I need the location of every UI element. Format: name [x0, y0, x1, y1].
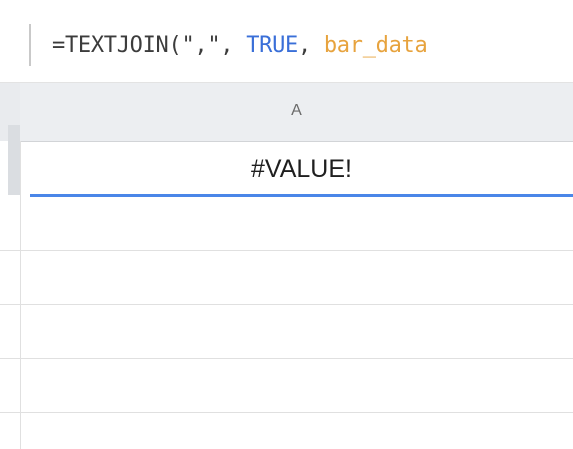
formula-prefix: =TEXTJOIN(",",: [52, 33, 247, 58]
column-header-label: A: [291, 102, 302, 119]
formula-input[interactable]: =TEXTJOIN(",", TRUE, bar_data: [52, 27, 428, 65]
row-divider: [0, 304, 573, 305]
cell-a1[interactable]: #VALUE!: [30, 142, 573, 197]
row-divider: [0, 250, 573, 251]
formula-separator: ,: [297, 33, 324, 58]
row-divider: [0, 358, 573, 359]
cell-a1-value: #VALUE!: [251, 155, 352, 183]
formula-bar-divider: [29, 24, 31, 66]
formula-bool-arg: TRUE: [246, 33, 298, 58]
gutter-divider: [20, 141, 21, 449]
formula-range-arg: bar_data: [323, 33, 428, 58]
column-header-a[interactable]: A: [20, 83, 573, 142]
row-divider: [0, 412, 573, 413]
formula-bar[interactable]: =TEXTJOIN(",", TRUE, bar_data: [0, 0, 573, 83]
spreadsheet: =TEXTJOIN(",", TRUE, bar_data A #VALUE!: [0, 0, 573, 449]
row-header-1[interactable]: [8, 125, 20, 195]
